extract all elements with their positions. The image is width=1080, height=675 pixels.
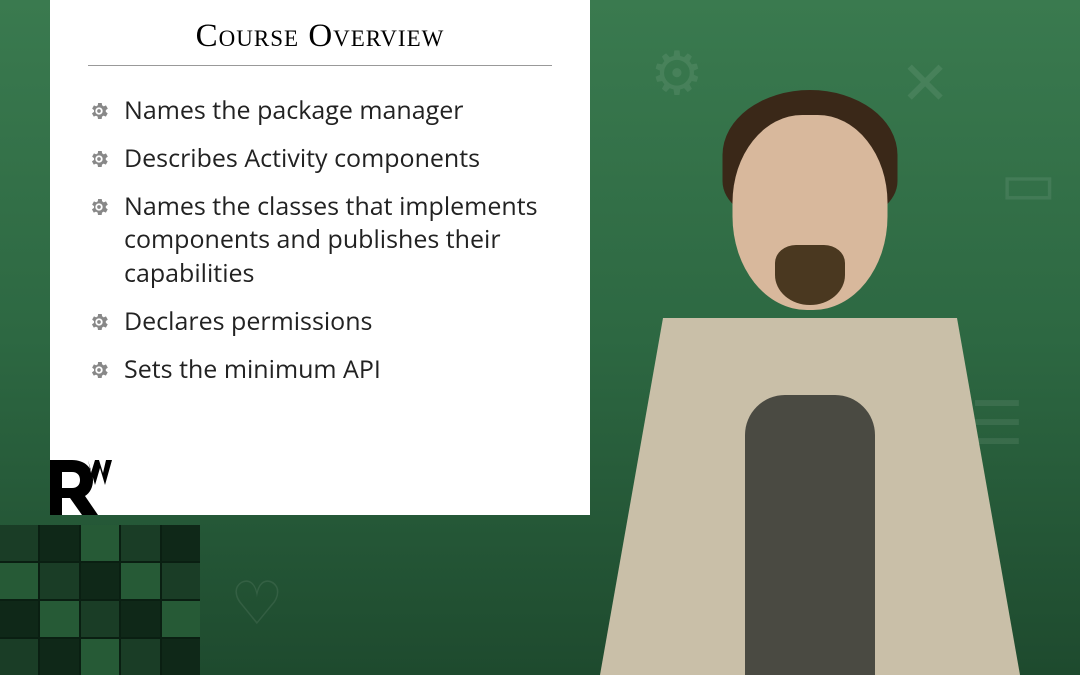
bullet-text: Names the package manager bbox=[124, 94, 552, 128]
bullet-text: Names the classes that implements compon… bbox=[124, 190, 552, 291]
presenter-shirt bbox=[745, 395, 875, 675]
list-item: Describes Activity components bbox=[88, 142, 552, 176]
presenter-figure bbox=[580, 35, 1040, 675]
list-item: Sets the minimum API bbox=[88, 353, 552, 387]
bullet-text: Sets the minimum API bbox=[124, 353, 552, 387]
bullet-text: Describes Activity components bbox=[124, 142, 552, 176]
presenter-beard bbox=[775, 245, 845, 305]
bullet-list: Names the package manager Describes Acti… bbox=[88, 94, 552, 386]
gear-icon bbox=[88, 196, 110, 218]
list-item: Names the classes that implements compon… bbox=[88, 190, 552, 291]
slide-card: Course Overview Names the package manage… bbox=[50, 0, 590, 515]
list-item: Names the package manager bbox=[88, 94, 552, 128]
rw-logo-icon bbox=[50, 460, 112, 515]
decorative-tile-pattern bbox=[0, 525, 200, 675]
bullet-text: Declares permissions bbox=[124, 305, 552, 339]
gear-icon bbox=[88, 311, 110, 333]
slide-title: Course Overview bbox=[88, 18, 552, 66]
gear-icon bbox=[88, 148, 110, 170]
list-item: Declares permissions bbox=[88, 305, 552, 339]
gear-icon bbox=[88, 359, 110, 381]
gear-icon bbox=[88, 100, 110, 122]
